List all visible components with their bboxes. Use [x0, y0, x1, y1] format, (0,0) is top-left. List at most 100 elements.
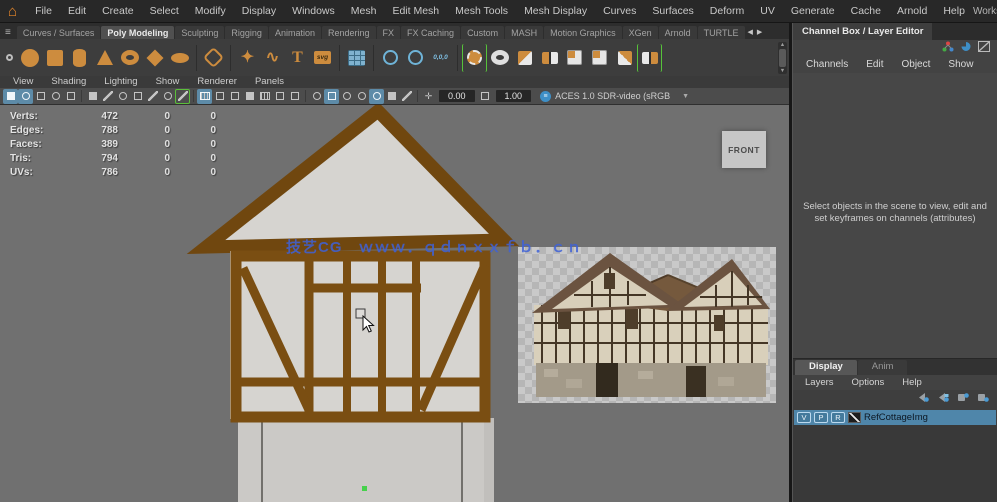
menu-uv[interactable]: UV	[752, 2, 783, 20]
hypergraph-icon[interactable]	[942, 39, 954, 57]
motion-blur-icon[interactable]	[399, 89, 414, 104]
menu-deform[interactable]: Deform	[702, 2, 752, 20]
poly-torus-icon[interactable]	[117, 44, 142, 72]
select-object-icon[interactable]	[48, 89, 63, 104]
quad-draw-icon[interactable]	[587, 44, 612, 72]
menu-windows[interactable]: Windows	[284, 2, 343, 20]
panel-menu-show[interactable]: Show	[147, 76, 189, 88]
viewport-canvas[interactable]: Verts: 472 0 0 Edges: 788 0 0 Faces: 389…	[0, 105, 789, 502]
menu-select[interactable]: Select	[142, 2, 187, 20]
menu-cache[interactable]: Cache	[843, 2, 889, 20]
poly-sphere-icon[interactable]	[17, 44, 42, 72]
textured-mode-icon[interactable]	[339, 89, 354, 104]
maya-home-icon[interactable]: ⌂	[8, 4, 17, 19]
boolean-tool-icon[interactable]	[462, 44, 487, 72]
menu-edit-mesh[interactable]: Edit Mesh	[384, 2, 447, 20]
gamma-field[interactable]: 1.00	[496, 90, 532, 102]
shaded-mode-icon[interactable]	[324, 89, 339, 104]
tab-display[interactable]: Display	[795, 360, 857, 375]
layer-list-empty-area[interactable]	[793, 425, 997, 502]
shelf-tab-fx-caching[interactable]: FX Caching	[401, 26, 460, 39]
title-safe-icon[interactable]	[287, 89, 302, 104]
menu-create[interactable]: Create	[94, 2, 142, 20]
menu-file[interactable]: File	[27, 2, 60, 20]
smooth-mesh-icon[interactable]	[562, 44, 587, 72]
menu-surfaces[interactable]: Surfaces	[644, 2, 701, 20]
shelf-tab-poly-modeling[interactable]: Poly Modeling	[101, 26, 174, 39]
shelf-tab-xgen[interactable]: XGen	[623, 26, 658, 39]
move-layer-down-icon[interactable]	[976, 390, 989, 408]
panel-menu-shading[interactable]: Shading	[42, 76, 95, 88]
new-layer-selected-icon[interactable]	[936, 390, 949, 408]
lights-toggle-icon[interactable]	[354, 89, 369, 104]
menu-mesh-display[interactable]: Mesh Display	[516, 2, 595, 20]
menu-generate[interactable]: Generate	[783, 2, 843, 20]
menu-object[interactable]: Object	[893, 59, 940, 70]
shelf-tab-sculpting[interactable]: Sculpting	[175, 26, 224, 39]
scroll-up-icon[interactable]: ▲	[780, 42, 785, 48]
separate-icon[interactable]	[512, 44, 537, 72]
menu-curves[interactable]: Curves	[595, 2, 644, 20]
layer-color-swatch[interactable]	[848, 412, 861, 423]
scroll-down-icon[interactable]: ▼	[780, 68, 785, 74]
menu-le-help[interactable]: Help	[893, 377, 931, 388]
menu-display[interactable]: Display	[234, 2, 284, 20]
shelf-tab-curves-surfaces[interactable]: Curves / Surfaces	[17, 26, 101, 39]
shelf-tab-custom[interactable]: Custom	[461, 26, 504, 39]
curve-star-icon[interactable]: ✦	[235, 44, 260, 72]
snap-grid-icon[interactable]	[85, 89, 100, 104]
playback-icon[interactable]	[960, 39, 972, 57]
select-tool-icon[interactable]	[3, 89, 18, 104]
shelf-tab-fx[interactable]: FX	[377, 26, 401, 39]
graph-editor-icon[interactable]	[978, 39, 990, 57]
shelf-tab-rigging[interactable]: Rigging	[225, 26, 268, 39]
ssao-toggle-icon[interactable]	[384, 89, 399, 104]
snap-point-icon[interactable]	[115, 89, 130, 104]
shelf-tab-mash[interactable]: MASH	[505, 26, 543, 39]
poly-cone-icon[interactable]	[92, 44, 117, 72]
colorspace-dropdown[interactable]: ≡ ACES 1.0 SDR-video (sRGB ▼	[536, 89, 693, 104]
svg-tool-icon[interactable]: svg	[310, 44, 335, 72]
menu-edit[interactable]: Edit	[60, 2, 94, 20]
channel-box-title[interactable]: Channel Box / Layer Editor	[793, 23, 932, 40]
snap-curve-icon[interactable]	[100, 89, 115, 104]
layer-row-refcottageimg[interactable]: V P R RefCottageImg	[794, 410, 996, 425]
new-empty-layer-icon[interactable]	[916, 390, 929, 408]
shelf-options-icon[interactable]	[2, 54, 17, 61]
menu-channels[interactable]: Channels	[797, 59, 857, 70]
shelf-scroll-right-icon[interactable]: ▶	[755, 28, 764, 39]
panel-menu-lighting[interactable]: Lighting	[95, 76, 146, 88]
shelf-scroll-left-icon[interactable]: ◀	[746, 28, 755, 39]
camera-attributes-icon[interactable]	[272, 89, 287, 104]
tab-anim[interactable]: Anim	[858, 360, 908, 375]
move-to-origin-icon[interactable]: 0,0,0	[428, 44, 453, 72]
shelf-tab-arnold[interactable]: Arnold	[659, 26, 697, 39]
poly-plane-icon[interactable]	[142, 44, 167, 72]
shelf-tab-motion-graphics[interactable]: Motion Graphics	[544, 26, 622, 39]
poly-text-icon[interactable]: T	[285, 44, 310, 72]
make-live-icon[interactable]	[145, 89, 160, 104]
exposure-icon[interactable]: ✛	[421, 89, 436, 104]
grid-toggle-icon[interactable]	[197, 89, 212, 104]
field-chart-icon[interactable]	[257, 89, 272, 104]
move-layer-up-icon[interactable]	[956, 390, 969, 408]
menu-cb-edit[interactable]: Edit	[857, 59, 892, 70]
lasso-tool-icon[interactable]	[18, 89, 33, 104]
menu-help[interactable]: Help	[935, 2, 973, 20]
select-component-icon[interactable]	[63, 89, 78, 104]
center-pivot-icon[interactable]	[378, 44, 403, 72]
exposure-field[interactable]: 0.00	[439, 90, 475, 102]
gate-mask-icon[interactable]	[242, 89, 257, 104]
sweep-mesh-icon[interactable]	[344, 44, 369, 72]
resolution-gate-icon[interactable]	[227, 89, 242, 104]
selected-vertex-dot[interactable]	[362, 486, 367, 491]
shelf-scrollbar[interactable]: ▲ ▼	[778, 42, 787, 74]
poly-cube-icon[interactable]	[42, 44, 67, 72]
layer-playback-toggle[interactable]: P	[814, 412, 828, 423]
panel-menu-renderer[interactable]: Renderer	[188, 76, 246, 88]
platonic-solid-icon[interactable]	[201, 44, 226, 72]
symmetry-toggle-icon[interactable]	[175, 89, 190, 104]
shelf-tab-rendering[interactable]: Rendering	[322, 26, 376, 39]
menu-cb-show[interactable]: Show	[939, 59, 982, 70]
symmetrize-icon[interactable]	[637, 44, 662, 72]
